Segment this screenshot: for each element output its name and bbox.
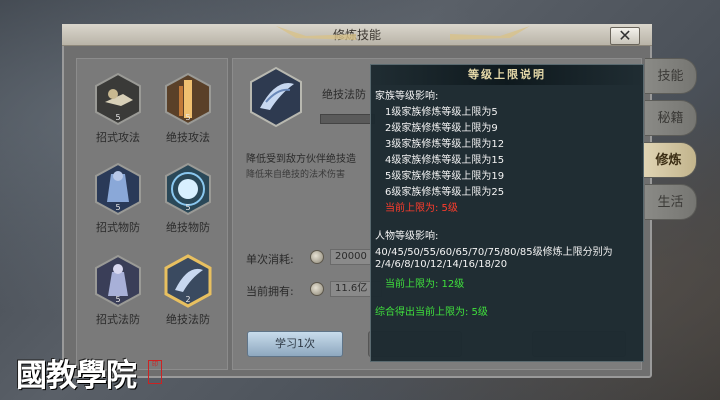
skill-slot-stance-attack[interactable]: 5 招式攻法: [86, 72, 150, 145]
skill-description: 降低受到敌方伙伴绝技造: [246, 154, 356, 165]
skill-label: 绝技物防: [166, 221, 210, 234]
seal-stamp-icon: 印: [148, 360, 162, 384]
skill-slot-stance-magdef[interactable]: 5 招式法防: [86, 254, 150, 327]
family-line: 4级家族修炼等级上限为15: [385, 155, 505, 166]
close-button[interactable]: ✕: [610, 27, 640, 45]
combined-limit-summary: 综合得出当前上限为: 5级: [375, 307, 488, 318]
fist-strike-icon: 5: [93, 72, 143, 126]
skill-label: 招式攻法: [96, 131, 140, 144]
family-line: 3级家族修炼等级上限为12: [385, 139, 505, 150]
family-line: 2级家族修炼等级上限为9: [385, 123, 498, 134]
character-current-limit: 当前上限为: 12级: [385, 279, 465, 290]
family-header: 家族等级影响:: [375, 91, 439, 102]
light-burst-icon: 5: [163, 162, 213, 216]
skill-slot-stance-physdef[interactable]: 5 招式物防: [86, 162, 150, 235]
window-title-bar: 修炼技能: [62, 24, 652, 46]
skill-progress-bar: [320, 114, 375, 124]
watermark-logo: 國教學院: [16, 358, 137, 394]
selected-skill-name: 绝技法防: [322, 88, 366, 101]
blade-swirl-icon: 2: [163, 254, 213, 308]
tab-label: 修炼: [655, 153, 682, 168]
robed-figure-icon: 5: [93, 254, 143, 308]
skill-slot-ultimate-magdef[interactable]: 2 绝技法防: [156, 254, 220, 327]
skill-slot-ultimate-physdef[interactable]: 5 绝技物防: [156, 162, 220, 235]
character-levels: 40/45/50/55/60/65/70/75/80/85级修炼上限分别为: [375, 247, 613, 258]
family-line: 1级家族修炼等级上限为5: [385, 107, 498, 118]
learn-once-button[interactable]: 学习1次: [247, 331, 343, 357]
character-caps: 2/4/6/8/10/12/14/16/18/20: [375, 259, 508, 270]
title-ornament-left-icon: [276, 26, 356, 40]
silver-coin-icon: [310, 282, 324, 296]
skill-label: 绝技攻法: [166, 131, 210, 144]
blade-swirl-icon: [250, 66, 302, 128]
family-line: 6级家族修炼等级上限为25: [385, 187, 505, 198]
tab-secrets[interactable]: 秘籍: [645, 100, 697, 136]
tab-life[interactable]: 生活: [645, 184, 697, 220]
silver-coin-icon: [310, 250, 324, 264]
armored-figure-icon: 5: [93, 162, 143, 216]
skill-slot-ultimate-attack[interactable]: 5 绝技攻法: [156, 72, 220, 145]
title-ornament-right-icon: [450, 26, 530, 40]
family-current-limit: 当前上限为: 5级: [385, 203, 458, 214]
character-header: 人物等级影响:: [375, 231, 439, 242]
flame-pillar-icon: 5: [163, 72, 213, 126]
skill-label: 招式物防: [96, 221, 140, 234]
skill-sub-description: 降低来自绝技的法术伤害: [246, 170, 346, 180]
family-line: 5级家族修炼等级上限为19: [385, 171, 505, 182]
skill-label: 招式法防: [96, 313, 140, 326]
tab-skills[interactable]: 技能: [645, 58, 697, 94]
window-title: 修炼技能: [332, 28, 381, 42]
cost-label: 单次消耗:: [246, 253, 294, 266]
tab-cultivation[interactable]: 修炼: [641, 142, 697, 178]
tooltip-title: 等级上限说明: [370, 65, 644, 85]
skill-label: 绝技法防: [166, 313, 210, 326]
owned-label: 当前拥有:: [246, 285, 294, 298]
